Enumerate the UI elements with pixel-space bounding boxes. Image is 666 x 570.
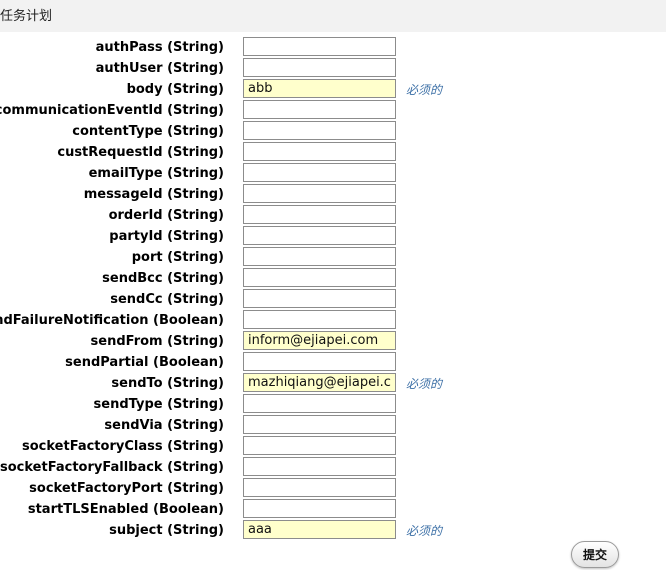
- field-label-sendvia: sendVia (String): [104, 418, 224, 433]
- form-row: custRequestId (String): [0, 142, 666, 163]
- field-label-port: port (String): [131, 250, 224, 265]
- field-label-socketfactoryclass: socketFactoryClass (String): [22, 439, 224, 454]
- field-label-starttlsenabled: startTLSEnabled (Boolean): [27, 502, 224, 517]
- form-row: messageId (String): [0, 184, 666, 205]
- form-row: communicationEventId (String): [0, 100, 666, 121]
- page-header: 任务计划: [0, 0, 666, 32]
- required-indicator: 必须的: [406, 377, 443, 391]
- form-row: partyId (String): [0, 226, 666, 247]
- sendtype-input[interactable]: [243, 394, 396, 413]
- orderid-input[interactable]: [243, 205, 396, 224]
- custrequestid-input[interactable]: [243, 142, 396, 161]
- form-row: port (String): [0, 247, 666, 268]
- partyid-input[interactable]: [243, 226, 396, 245]
- authpass-input[interactable]: [243, 37, 396, 56]
- form-row: sendTo (String) 必须的: [0, 373, 666, 394]
- contenttype-input[interactable]: [243, 121, 396, 140]
- form-row: sendFrom (String): [0, 331, 666, 352]
- field-label-emailtype: emailType (String): [88, 166, 224, 181]
- emailtype-input[interactable]: [243, 163, 396, 182]
- submit-button[interactable]: 提交: [571, 541, 619, 568]
- field-label-sendpartial: sendPartial (Boolean): [65, 355, 224, 370]
- subject-input[interactable]: [243, 520, 396, 539]
- form-row: subject (String) 必须的: [0, 520, 666, 541]
- socketfactoryfallback-input[interactable]: [243, 457, 396, 476]
- body-input[interactable]: [243, 79, 396, 98]
- form-row: startTLSEnabled (Boolean): [0, 499, 666, 520]
- field-label-sendbcc: sendBcc (String): [102, 271, 224, 286]
- form-row: contentType (String): [0, 121, 666, 142]
- form-row: sendPartial (Boolean): [0, 352, 666, 373]
- field-label-partyid: partyId (String): [109, 229, 224, 244]
- form-row: sendType (String): [0, 394, 666, 415]
- form-row: emailType (String): [0, 163, 666, 184]
- field-label-sendto: sendTo (String): [111, 376, 224, 391]
- field-label-body: body (String): [126, 82, 224, 97]
- socketfactoryport-input[interactable]: [243, 478, 396, 497]
- field-label-authpass: authPass (String): [95, 40, 224, 55]
- sendto-input[interactable]: [243, 373, 396, 392]
- form-row: body (String) 必须的: [0, 79, 666, 100]
- port-input[interactable]: [243, 247, 396, 266]
- form-row: sendBcc (String): [0, 268, 666, 289]
- form-row: authPass (String): [0, 37, 666, 58]
- messageid-input[interactable]: [243, 184, 396, 203]
- form-row: socketFactoryPort (String): [0, 478, 666, 499]
- sendbcc-input[interactable]: [243, 268, 396, 287]
- authuser-input[interactable]: [243, 58, 396, 77]
- required-indicator: 必须的: [406, 83, 443, 97]
- field-label-socketfactoryfallback: socketFactoryFallback (String): [0, 460, 224, 475]
- sendcc-input[interactable]: [243, 289, 396, 308]
- form-row: sendCc (String): [0, 289, 666, 310]
- field-label-sendfrom: sendFrom (String): [90, 334, 224, 349]
- form-row: socketFactoryFallback (String): [0, 457, 666, 478]
- sendfailurenotification-input[interactable]: [243, 310, 396, 329]
- sendpartial-input[interactable]: [243, 352, 396, 371]
- field-label-contenttype: contentType (String): [72, 124, 224, 139]
- socketfactoryclass-input[interactable]: [243, 436, 396, 455]
- sendvia-input[interactable]: [243, 415, 396, 434]
- field-label-subject: subject (String): [109, 523, 224, 538]
- starttlsenabled-input[interactable]: [243, 499, 396, 518]
- form-row: authUser (String): [0, 58, 666, 79]
- form-row: sendFailureNotification (Boolean): [0, 310, 666, 331]
- sendfrom-input[interactable]: [243, 331, 396, 350]
- service-parameters-form: authPass (String) authUser (String) body…: [0, 37, 666, 541]
- page-title: 任务计划: [0, 9, 53, 24]
- field-label-authuser: authUser (String): [95, 61, 224, 76]
- form-row: sendVia (String): [0, 415, 666, 436]
- form-row: orderId (String): [0, 205, 666, 226]
- field-label-sendcc: sendCc (String): [110, 292, 224, 307]
- field-label-orderid: orderId (String): [108, 208, 224, 223]
- field-label-custrequestid: custRequestId (String): [57, 145, 224, 160]
- field-label-sendtype: sendType (String): [93, 397, 224, 412]
- communicationeventid-input[interactable]: [243, 100, 396, 119]
- field-label-communicationeventid: communicationEventId (String): [0, 103, 224, 118]
- field-label-sendfailurenotification: sendFailureNotification (Boolean): [0, 313, 224, 328]
- field-label-messageid: messageId (String): [83, 187, 224, 202]
- required-indicator: 必须的: [406, 524, 443, 538]
- field-label-socketfactoryport: socketFactoryPort (String): [29, 481, 224, 496]
- form-row: socketFactoryClass (String): [0, 436, 666, 457]
